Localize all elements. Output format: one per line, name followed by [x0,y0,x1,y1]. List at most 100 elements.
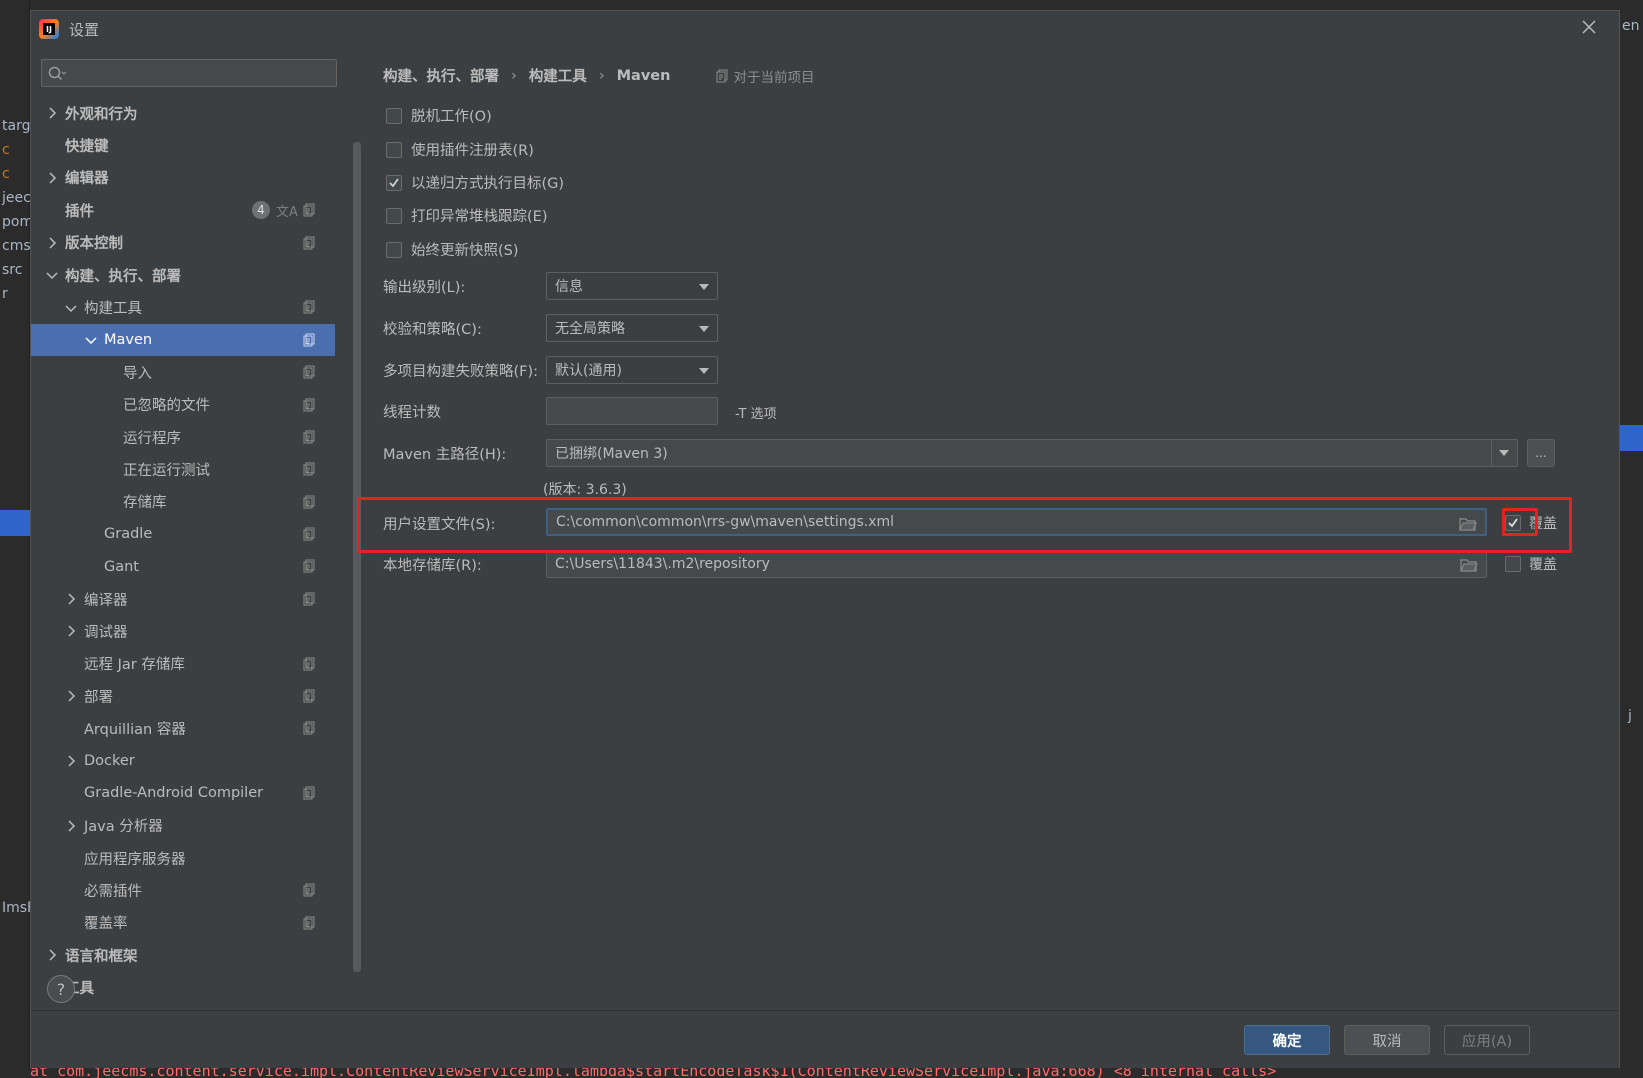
recursive-checkbox[interactable] [386,174,402,191]
ide-fragment: c [2,142,10,158]
local-repo-override[interactable]: 覆盖 [1505,554,1557,574]
close-icon[interactable] [1577,17,1601,41]
sidebar-item[interactable]: Java 分析器 [31,810,335,842]
user-settings-override-checkbox[interactable] [1505,515,1521,531]
checksum-policy-label: 校验和策略(C): [383,322,482,338]
chevron-right-icon[interactable] [64,624,78,638]
chevron-right-icon[interactable] [64,592,78,606]
print-stacktrace-checkbox-row[interactable]: 打印异常堆栈跟踪(E) [386,205,547,226]
search-input[interactable] [72,62,332,84]
ok-button[interactable]: 确定 [1244,1025,1330,1055]
sidebar-item[interactable]: Gradle-Android Compiler [31,777,335,809]
print-stacktrace-checkbox[interactable] [386,207,402,224]
sidebar-item[interactable]: 构建工具 [31,291,335,323]
chevron-down-icon[interactable] [84,333,98,347]
update-snapshots-checkbox-row[interactable]: 始终更新快照(S) [386,239,519,260]
checksum-policy-select[interactable]: 无全局策略 [546,314,718,342]
maven-home-dropdown[interactable] [1491,440,1517,466]
sidebar-item[interactable]: 版本控制 [31,227,335,259]
sidebar-item[interactable]: Gradle [31,518,335,550]
project-level-icon [303,657,315,671]
user-settings-override[interactable]: 覆盖 [1505,513,1557,533]
translate-icon: 文A [276,205,298,221]
chevron-down-icon [1499,450,1509,456]
sidebar-item[interactable]: 覆盖率 [31,907,335,939]
sidebar-item[interactable]: 编译器 [31,583,335,615]
settings-search[interactable] [41,59,337,87]
chevron-down-icon [699,284,709,290]
chevron-right-icon[interactable] [45,171,59,185]
chevron-down-icon[interactable] [45,268,59,282]
sidebar-item[interactable]: 编辑器 [31,162,335,194]
plugin-registry-checkbox-row[interactable]: 使用插件注册表(R) [386,139,534,160]
sidebar-item[interactable]: 部署 [31,680,335,712]
recursive-checkbox-row[interactable]: 以递归方式执行目标(G) [386,172,564,193]
sidebar-item[interactable]: 正在运行测试 [31,453,335,485]
chevron-right-icon[interactable] [45,106,59,120]
sidebar-item-label: 覆盖率 [84,916,128,933]
ide-fragment: c [2,166,10,182]
maven-home-select[interactable]: 已捆绑(Maven 3) [546,439,1518,467]
chevron-right-icon[interactable] [64,819,78,833]
thread-count-label: 线程计数 [383,405,441,421]
sidebar-item[interactable]: Arquillian 容器 [31,712,335,744]
help-button[interactable]: ? [47,975,75,1003]
chevron-right-icon[interactable] [64,689,78,703]
plugin-registry-checkbox[interactable] [386,141,402,158]
offline-checkbox-row[interactable]: 脱机工作(O) [386,105,492,126]
sidebar-item[interactable]: 存储库 [31,486,335,518]
apply-button[interactable]: 应用(A) [1444,1025,1530,1055]
chevron-right-icon[interactable] [45,948,59,962]
sidebar-item[interactable]: 工具 [31,972,335,1004]
sidebar-item[interactable]: 远程 Jar 存储库 [31,648,335,680]
project-level-icon [303,333,315,347]
breadcrumb-separator: › [511,67,517,84]
sidebar-item[interactable]: 外观和行为 [31,97,335,129]
sidebar-item[interactable]: 运行程序 [31,421,335,453]
folder-icon[interactable] [1459,517,1477,531]
multiproject-fail-select[interactable]: 默认(通用) [546,356,718,384]
cancel-button[interactable]: 取消 [1344,1025,1430,1055]
sidebar-item[interactable]: 构建、执行、部署 [31,259,335,291]
folder-icon[interactable] [1460,558,1478,572]
chevron-right-icon[interactable] [45,236,59,250]
sidebar-item[interactable]: 已忽略的文件 [31,389,335,421]
sidebar-item[interactable]: 语言和框架 [31,939,335,971]
output-level-select[interactable]: 信息 [546,272,718,300]
user-settings-input[interactable]: C:\common\common\rrs-gw\maven\settings.x… [546,508,1487,536]
sidebar-item-label: 外观和行为 [65,106,138,123]
sidebar-item[interactable]: Docker [31,745,335,777]
sidebar-item[interactable]: 快捷键 [31,129,335,161]
breadcrumb-item: 构建工具 [528,69,587,85]
sidebar-item[interactable]: 调试器 [31,615,335,647]
thread-count-input[interactable] [546,397,718,425]
sidebar-item-label: 正在运行测试 [123,462,210,479]
local-repo-input[interactable]: C:\Users\11843\.m2\repository [546,550,1487,578]
user-settings-value: C:\common\common\rrs-gw\maven\settings.x… [556,514,895,530]
sidebar-item[interactable]: 插件 4 文A [31,194,335,226]
sidebar-item[interactable]: 导入 [31,356,335,388]
sidebar-item[interactable]: 必需插件 [31,874,335,906]
settings-dialog: IJ 设置 外观和行为 快捷键 编辑器 插件 4 文A 版本控制 构建、执行、部署 构建工具 Ma… [30,10,1620,1068]
ide-fragment: jeec [2,190,31,206]
sidebar-item[interactable]: 应用程序服务器 [31,842,335,874]
dialog-title: 设置 [69,20,100,39]
chevron-right-icon[interactable] [64,754,78,768]
sidebar-item[interactable]: Maven [31,323,335,357]
sidebar-item-label: 部署 [84,689,113,706]
chevron-down-icon[interactable] [64,301,78,315]
maven-home-browse-button[interactable]: ... [1527,439,1555,467]
sidebar-item[interactable]: Gant [31,550,335,582]
offline-checkbox[interactable] [386,107,402,124]
ide-fragment: pom [2,214,34,230]
project-level-icon [303,495,315,509]
local-repo-override-checkbox[interactable] [1505,556,1521,572]
sidebar-scrollbar[interactable] [353,142,361,972]
ide-fragment: j [1628,708,1632,724]
sidebar-item-label: 远程 Jar 存储库 [84,657,185,674]
sidebar-item-label: 存储库 [123,495,167,512]
breadcrumb-item: 构建、执行、部署 [383,69,499,85]
update-snapshots-checkbox[interactable] [386,241,402,258]
output-level-value: 信息 [555,279,583,295]
project-level-icon [303,398,315,412]
